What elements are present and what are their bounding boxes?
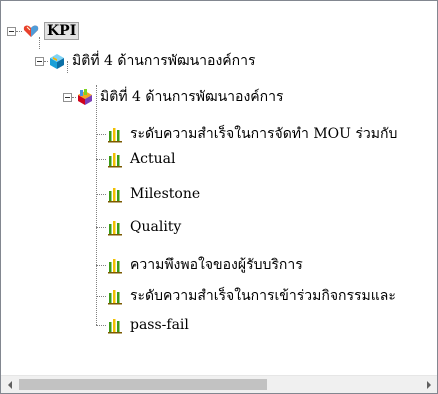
tree-node-level1-label[interactable]: มิติที่ 4 ด้านการพัฒนาองค์การ xyxy=(70,49,258,73)
tree-leaf[interactable]: Quality xyxy=(106,215,183,239)
tree-leaf-label[interactable]: pass-fail xyxy=(128,316,191,334)
tree-leaf[interactable]: ระดับความสำเร็จในการเข้าร่วมกิจกรรมและ xyxy=(106,284,398,308)
tree-node-root[interactable]: KPI xyxy=(7,19,80,43)
tree-node-level2-label[interactable]: มิติที่ 4 ด้านการพัฒนาองค์การ xyxy=(98,85,286,109)
cube-icon xyxy=(50,54,64,69)
collapse-toggle[interactable] xyxy=(7,26,16,36)
tree-leaf-label[interactable]: ระดับความสำเร็จในการจัดทำ MOU ร่วมกับ xyxy=(128,122,399,146)
tree-leaf[interactable]: pass-fail xyxy=(106,313,191,337)
heart-gem-icon xyxy=(23,25,39,37)
bar-chart-icon xyxy=(108,153,122,168)
bar-chart-icon xyxy=(108,128,122,143)
bar-chart-icon xyxy=(108,290,122,305)
tree-node-level1[interactable]: มิติที่ 4 ด้านการพัฒนาองค์การ xyxy=(35,49,258,73)
tree-leaf-label[interactable]: ระดับความสำเร็จในการเข้าร่วมกิจกรรมและ xyxy=(128,284,398,308)
collapse-toggle[interactable] xyxy=(35,56,44,66)
tree-leaf[interactable]: Actual xyxy=(106,147,177,171)
scrollbar-thumb[interactable] xyxy=(19,379,267,390)
bar-chart-icon xyxy=(108,319,122,334)
kpi-tree: KPI มิติที่ 4 ด้านการพัฒนาองค์การ มิติที… xyxy=(1,1,437,375)
tree-panel: KPI มิติที่ 4 ด้านการพัฒนาองค์การ มิติที… xyxy=(0,0,438,394)
tree-leaf-label[interactable]: ความพึงพอใจของผู้รับบริการ xyxy=(128,253,305,277)
bar-chart-icon xyxy=(108,221,122,236)
scroll-right-arrow-icon[interactable] xyxy=(420,376,437,393)
tree-leaf[interactable]: Milestone xyxy=(106,182,202,206)
bar-chart-icon xyxy=(108,188,122,203)
chart-cube-icon xyxy=(78,89,92,105)
tree-leaf[interactable]: ระดับความสำเร็จในการจัดทำ MOU ร่วมกับ xyxy=(106,122,399,146)
tree-leaf-label[interactable]: Milestone xyxy=(128,185,202,203)
tree-leaf-label[interactable]: Quality xyxy=(128,218,183,236)
bar-chart-icon xyxy=(108,259,122,274)
tree-leaf[interactable]: ความพึงพอใจของผู้รับบริการ xyxy=(106,253,305,277)
tree-node-root-label[interactable]: KPI xyxy=(44,22,80,40)
tree-leaf-label[interactable]: Actual xyxy=(128,150,177,168)
collapse-toggle[interactable] xyxy=(63,92,72,102)
tree-node-level2[interactable]: มิติที่ 4 ด้านการพัฒนาองค์การ xyxy=(63,85,286,109)
scroll-left-arrow-icon[interactable] xyxy=(1,376,18,393)
horizontal-scrollbar[interactable] xyxy=(1,375,437,393)
